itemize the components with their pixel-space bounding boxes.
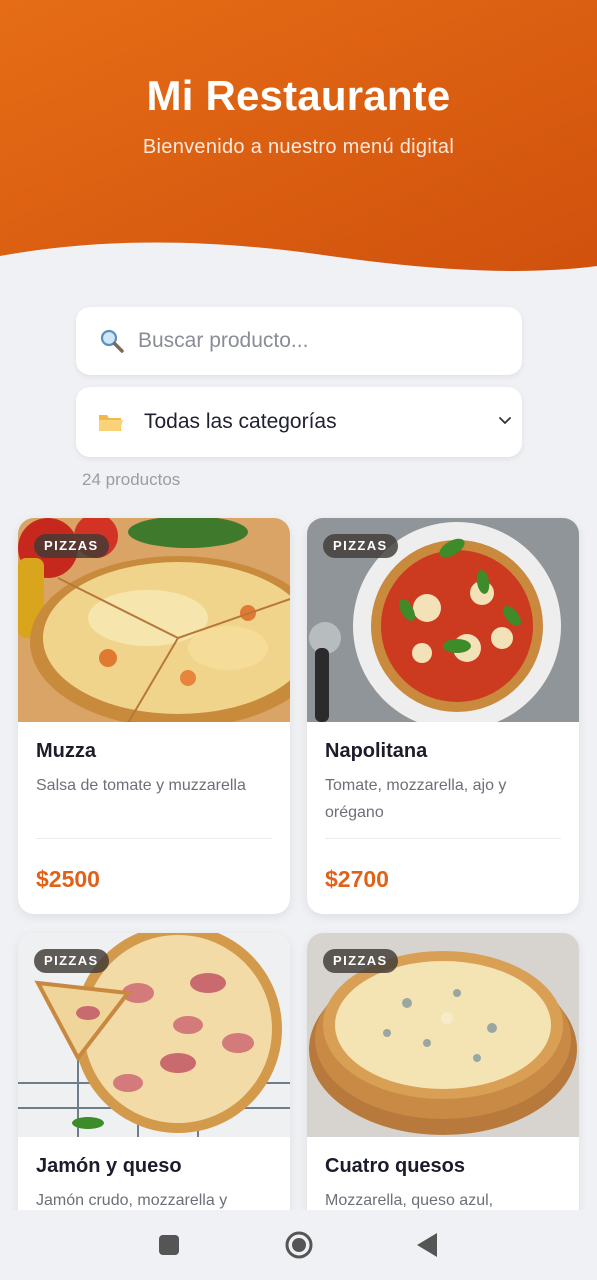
product-count: 24 productos <box>82 470 181 489</box>
chevron-down-icon <box>496 411 514 429</box>
category-select-value: Todas las categorías <box>144 410 337 433</box>
product-card[interactable]: PIZZAS Cuatro quesos Mozzarella, queso a… <box>307 933 579 1233</box>
category-badge: PIZZAS <box>34 949 109 973</box>
system-navigation-bar <box>0 1210 597 1280</box>
triangle-back-icon[interactable] <box>412 1230 442 1260</box>
square-icon[interactable] <box>154 1230 184 1260</box>
search-box[interactable] <box>76 307 522 375</box>
category-badge: PIZZAS <box>323 534 398 558</box>
category-badge: PIZZAS <box>323 949 398 973</box>
product-image: PIZZAS <box>18 933 290 1137</box>
product-image: PIZZAS <box>18 518 290 722</box>
page-title: Mi Restaurante <box>146 72 451 119</box>
category-select[interactable]: Todas las categorías <box>76 387 522 457</box>
product-card[interactable]: PIZZAS Napolitana Tomate, mozzarella, aj… <box>307 518 579 914</box>
product-image: PIZZAS <box>307 518 579 722</box>
product-name: Muzza <box>36 740 96 762</box>
product-name: Napolitana <box>325 740 428 762</box>
circle-home-icon[interactable] <box>284 1230 314 1260</box>
folder-icon <box>98 411 124 433</box>
product-card[interactable]: PIZZAS Muzza Salsa de tomate y muzzarell… <box>18 518 290 914</box>
product-price: $2700 <box>325 866 389 892</box>
product-name: Cuatro quesos <box>325 1155 466 1177</box>
product-name: Jamón y queso <box>36 1155 182 1177</box>
page-subtitle: Bienvenido a nuestro menú digital <box>142 136 455 158</box>
product-card[interactable]: PIZZAS Jamón y queso Jamón crudo, mozzar… <box>18 933 290 1233</box>
search-icon <box>98 327 126 355</box>
divider <box>325 838 561 839</box>
product-image: PIZZAS <box>307 933 579 1137</box>
search-input[interactable] <box>138 329 498 353</box>
product-description: Salsa de tomate y muzzarella <box>36 777 246 794</box>
hero-header: Mi Restaurante Bienvenido a nuestro menú… <box>0 0 597 290</box>
product-description: Tomate, mozzarella, ajo y orégano <box>325 777 507 821</box>
divider <box>36 838 272 839</box>
product-price: $2500 <box>36 866 100 892</box>
category-badge: PIZZAS <box>34 534 109 558</box>
